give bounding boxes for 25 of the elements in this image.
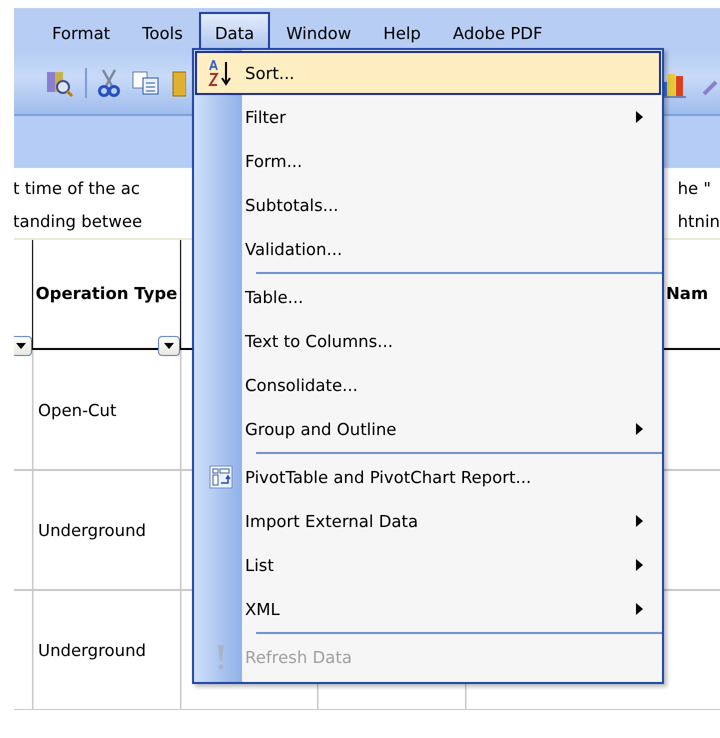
menu-item[interactable]: Table... [195,275,661,319]
menu-item[interactable]: Format [36,12,126,52]
table-cell: Underground [38,520,146,540]
menu-item[interactable]: Filter [195,95,661,139]
menu-item[interactable]: Consolidate... [195,363,661,407]
menu-item[interactable]: Form... [195,139,661,183]
table-cell: Underground [38,640,146,660]
menu-item[interactable]: XML [195,587,661,631]
menu-item[interactable]: Import External Data [195,499,661,543]
note-text: he " [678,178,712,200]
menu-item[interactable]: Sort... [195,51,661,95]
column-header: Nam [666,283,708,305]
menu-item[interactable]: Text to Columns... [195,319,661,363]
table-cell: Open-Cut [38,400,116,420]
menu-item[interactable]: Tools [126,12,199,52]
column-header: Operation Type [36,283,178,305]
menu-item[interactable]: Validation... [195,227,661,271]
menu-item[interactable]: Subtotals... [195,183,661,227]
menu-item[interactable]: Group and Outline [195,407,661,451]
menu-item[interactable]: Help [367,12,437,52]
menu-item[interactable]: Adobe PDF [436,12,558,52]
note-text: htnin [678,211,720,233]
menu-item[interactable]: Window [270,12,368,52]
menu-item[interactable]: PivotTable and PivotChart Report... [195,455,661,499]
menu-item[interactable]: List [195,543,661,587]
